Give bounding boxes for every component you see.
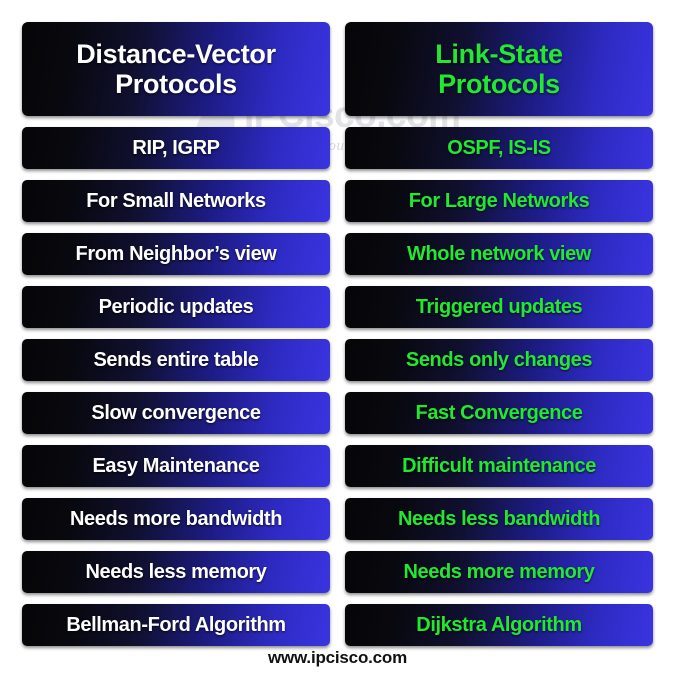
row-ls-3: Triggered updates [345, 286, 653, 328]
row-dv-8-label: Needs less memory [85, 560, 267, 583]
row-ls-5-label: Fast Convergence [415, 401, 583, 424]
row-ls-6-label: Difficult maintenance [402, 454, 596, 477]
row-ls-9-label: Dijkstra Algorithm [416, 613, 582, 636]
row-dv-0: RIP, IGRP [22, 127, 330, 169]
row-ls-7-label: Needs less bandwidth [397, 507, 601, 530]
row-ls-0: OSPF, IS-IS [345, 127, 653, 169]
row-dv-4-label: Sends entire table [93, 348, 259, 371]
row-dv-1-label: For Small Networks [86, 189, 266, 212]
row-ls-4-label: Sends only changes [405, 348, 593, 371]
row-dv-6: Easy Maintenance [22, 445, 330, 487]
row-dv-4: Sends entire table [22, 339, 330, 381]
row-dv-3: Periodic updates [22, 286, 330, 328]
row-dv-0-label: RIP, IGRP [132, 136, 220, 159]
header-link-state-label: Link-State Protocols [435, 38, 563, 99]
row-ls-6: Difficult maintenance [345, 445, 653, 487]
footer: www.ipcisco.com [0, 648, 675, 668]
row-dv-9-label: Bellman-Ford Algorithm [66, 613, 286, 636]
comparison-infographic: IPCisco.com Best Route To Your IT Career… [0, 0, 675, 675]
row-ls-2: Whole network view [345, 233, 653, 275]
row-dv-7: Needs more bandwidth [22, 498, 330, 540]
row-ls-0-label: OSPF, IS-IS [447, 136, 551, 159]
row-ls-4: Sends only changes [345, 339, 653, 381]
row-dv-3-label: Periodic updates [98, 295, 254, 318]
row-ls-3-label: Triggered updates [415, 295, 583, 318]
row-ls-2-label: Whole network view [407, 242, 591, 265]
column-link-state: Link-State Protocols OSPF, IS-IS For Lar… [345, 22, 653, 646]
columns-container: Distance-Vector Protocols RIP, IGRP For … [0, 0, 675, 675]
row-dv-1: For Small Networks [22, 180, 330, 222]
row-ls-8-label: Needs more memory [403, 560, 595, 583]
row-ls-1-label: For Large Networks [408, 189, 590, 212]
row-dv-7-label: Needs more bandwidth [69, 507, 283, 530]
footer-website-label: www.ipcisco.com [267, 648, 408, 667]
row-dv-6-label: Easy Maintenance [92, 454, 260, 477]
header-distance-vector: Distance-Vector Protocols [22, 22, 330, 116]
row-dv-5-label: Slow convergence [91, 401, 261, 424]
header-distance-vector-label: Distance-Vector Protocols [76, 38, 276, 99]
row-ls-5: Fast Convergence [345, 392, 653, 434]
row-dv-9: Bellman-Ford Algorithm [22, 604, 330, 646]
row-dv-2: From Neighbor’s view [22, 233, 330, 275]
column-distance-vector: Distance-Vector Protocols RIP, IGRP For … [22, 22, 330, 646]
row-ls-1: For Large Networks [345, 180, 653, 222]
row-ls-7: Needs less bandwidth [345, 498, 653, 540]
row-dv-2-label: From Neighbor’s view [75, 242, 277, 265]
row-ls-9: Dijkstra Algorithm [345, 604, 653, 646]
header-link-state: Link-State Protocols [345, 22, 653, 116]
row-dv-5: Slow convergence [22, 392, 330, 434]
row-ls-8: Needs more memory [345, 551, 653, 593]
row-dv-8: Needs less memory [22, 551, 330, 593]
